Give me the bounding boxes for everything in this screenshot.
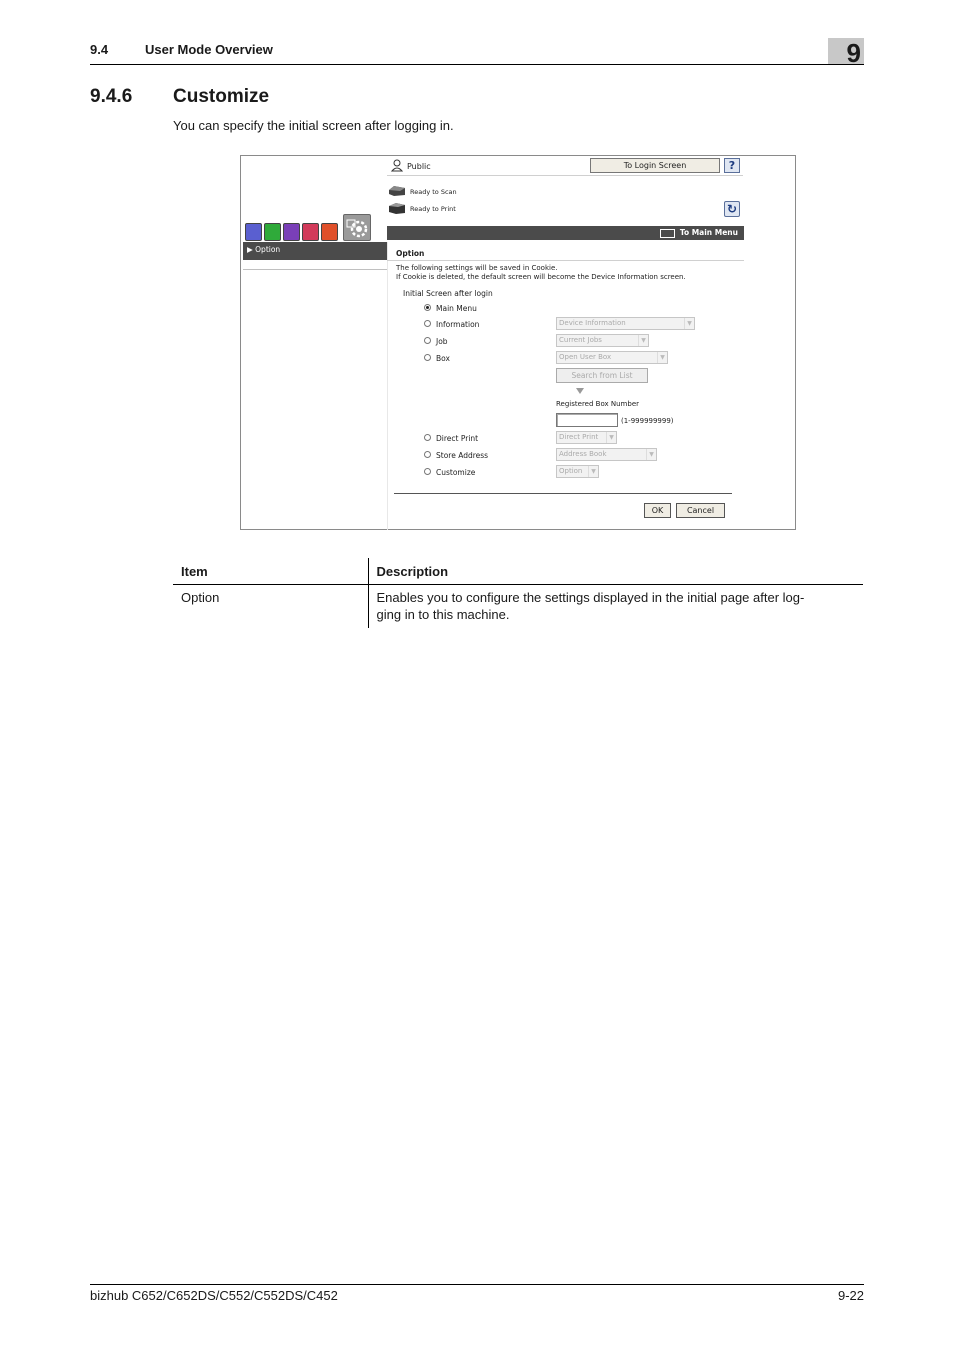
to-login-screen-button[interactable]: To Login Screen (590, 158, 720, 173)
sidebar-item-label: Option (255, 245, 281, 254)
radio-label-customize: Customize (436, 468, 476, 477)
ok-button[interactable]: OK (644, 503, 671, 518)
header-section-number: 9.4 (90, 42, 109, 57)
section-number: 9.4.6 (90, 86, 133, 107)
table-row: Option Enables you to configure the sett… (173, 584, 863, 629)
sidebar-item-option[interactable]: ▶ Option (243, 242, 387, 260)
store-address-select[interactable]: Address Book ▼ (556, 448, 657, 461)
store-address-select-value: Address Book (559, 450, 607, 458)
radio-main-menu[interactable] (424, 304, 431, 311)
tab-job-icon[interactable] (245, 223, 262, 241)
initial-screen-group-label: Initial Screen after login (403, 289, 493, 298)
radio-label-main-menu: Main Menu (436, 304, 477, 313)
header-section-title: User Mode Overview (145, 42, 273, 57)
chevron-down-icon: ▼ (646, 449, 656, 460)
customize-select[interactable]: Option ▼ (556, 465, 599, 478)
chevron-down-icon: ▼ (657, 352, 667, 363)
tab-print-icon[interactable] (302, 223, 319, 241)
user-rule (387, 175, 743, 176)
information-select[interactable]: Device Information ▼ (556, 317, 695, 330)
radio-label-information: Information (436, 320, 480, 329)
radio-information[interactable] (424, 320, 431, 327)
registered-box-label: Registered Box Number (556, 400, 639, 408)
customize-screenshot: Public To Login Screen ? Ready to Scan R… (240, 155, 796, 530)
radio-box[interactable] (424, 354, 431, 361)
panel-title: Option (396, 249, 425, 258)
user-label: Public (407, 162, 431, 171)
radio-customize[interactable] (424, 468, 431, 475)
sidebar-rule (243, 269, 387, 270)
description-line1: Enables you to configure the settings di… (376, 589, 805, 605)
job-select[interactable]: Current Jobs ▼ (556, 334, 649, 347)
table-cell-item: Option (173, 584, 368, 629)
box-select-value: Open User Box (559, 353, 612, 361)
direct-print-select-value: Direct Print (559, 433, 599, 441)
registered-box-range: (1-999999999) (621, 417, 674, 425)
tab-box-icon[interactable] (283, 223, 300, 241)
description-line2: ging in to this machine. (376, 606, 510, 622)
cookie-note-line2: If Cookie is deleted, the default screen… (396, 273, 686, 281)
box-select[interactable]: Open User Box ▼ (556, 351, 668, 364)
job-select-value: Current Jobs (559, 336, 602, 344)
panel-divider (387, 242, 388, 530)
tab-store-address-icon[interactable] (321, 223, 338, 241)
table-header-description: Description (367, 558, 863, 585)
footer-rule (90, 1284, 864, 1285)
bottom-rule (394, 493, 732, 494)
radio-label-job: Job (436, 337, 448, 346)
chevron-down-icon: ▼ (638, 335, 648, 346)
table-cell-description: Enables you to configure the settings di… (367, 584, 863, 629)
panel-title-rule (387, 260, 744, 261)
table-header-row: Item Description (173, 558, 863, 585)
customize-select-value: Option (559, 467, 583, 475)
printer-icon (389, 203, 405, 214)
main-menu-icon (659, 228, 675, 238)
direct-print-select[interactable]: Direct Print ▼ (556, 431, 617, 444)
item-description-table: Item Description Option Enables you to c… (173, 558, 863, 629)
section-title: Customize (173, 86, 270, 107)
radio-direct-print[interactable] (424, 434, 431, 441)
refresh-icon[interactable]: ↻ (724, 201, 740, 217)
to-main-menu-label: To Main Menu (679, 228, 738, 237)
footer-page-number: 9-22 (837, 1288, 864, 1303)
registered-box-number-input[interactable] (556, 413, 618, 427)
chevron-down-icon: ▼ (606, 432, 616, 443)
radio-label-store-address: Store Address (436, 451, 489, 460)
scanner-icon (389, 186, 405, 196)
to-main-menu-link[interactable]: To Main Menu (659, 227, 738, 239)
table-header-item: Item (173, 558, 368, 585)
intro-text: You can specify the initial screen after… (173, 118, 454, 133)
footer-model: bizhub C652/C652DS/C552/C552DS/C452 (90, 1288, 338, 1303)
chevron-down-icon: ▼ (588, 466, 598, 477)
search-from-list-button[interactable]: Search from List (556, 368, 648, 383)
radio-job[interactable] (424, 337, 431, 344)
down-arrow-icon (576, 388, 584, 394)
radio-label-box: Box (436, 354, 450, 363)
menu-bar: To Main Menu (387, 226, 744, 240)
chevron-down-icon: ▼ (684, 318, 694, 329)
header-rule (90, 64, 864, 65)
help-button[interactable]: ? (724, 158, 740, 173)
printer-status: Ready to Print (410, 205, 456, 213)
information-select-value: Device Information (559, 319, 626, 327)
radio-store-address[interactable] (424, 451, 431, 458)
cancel-button[interactable]: Cancel (676, 503, 725, 518)
cookie-note-line1: The following settings will be saved in … (396, 264, 558, 272)
user-icon (391, 159, 403, 172)
scanner-status: Ready to Scan (410, 188, 457, 196)
tab-customize-gear-icon[interactable] (343, 214, 371, 241)
chapter-badge: 9 (828, 38, 864, 68)
tab-document-icon[interactable] (264, 223, 281, 241)
radio-label-direct-print: Direct Print (436, 434, 479, 443)
